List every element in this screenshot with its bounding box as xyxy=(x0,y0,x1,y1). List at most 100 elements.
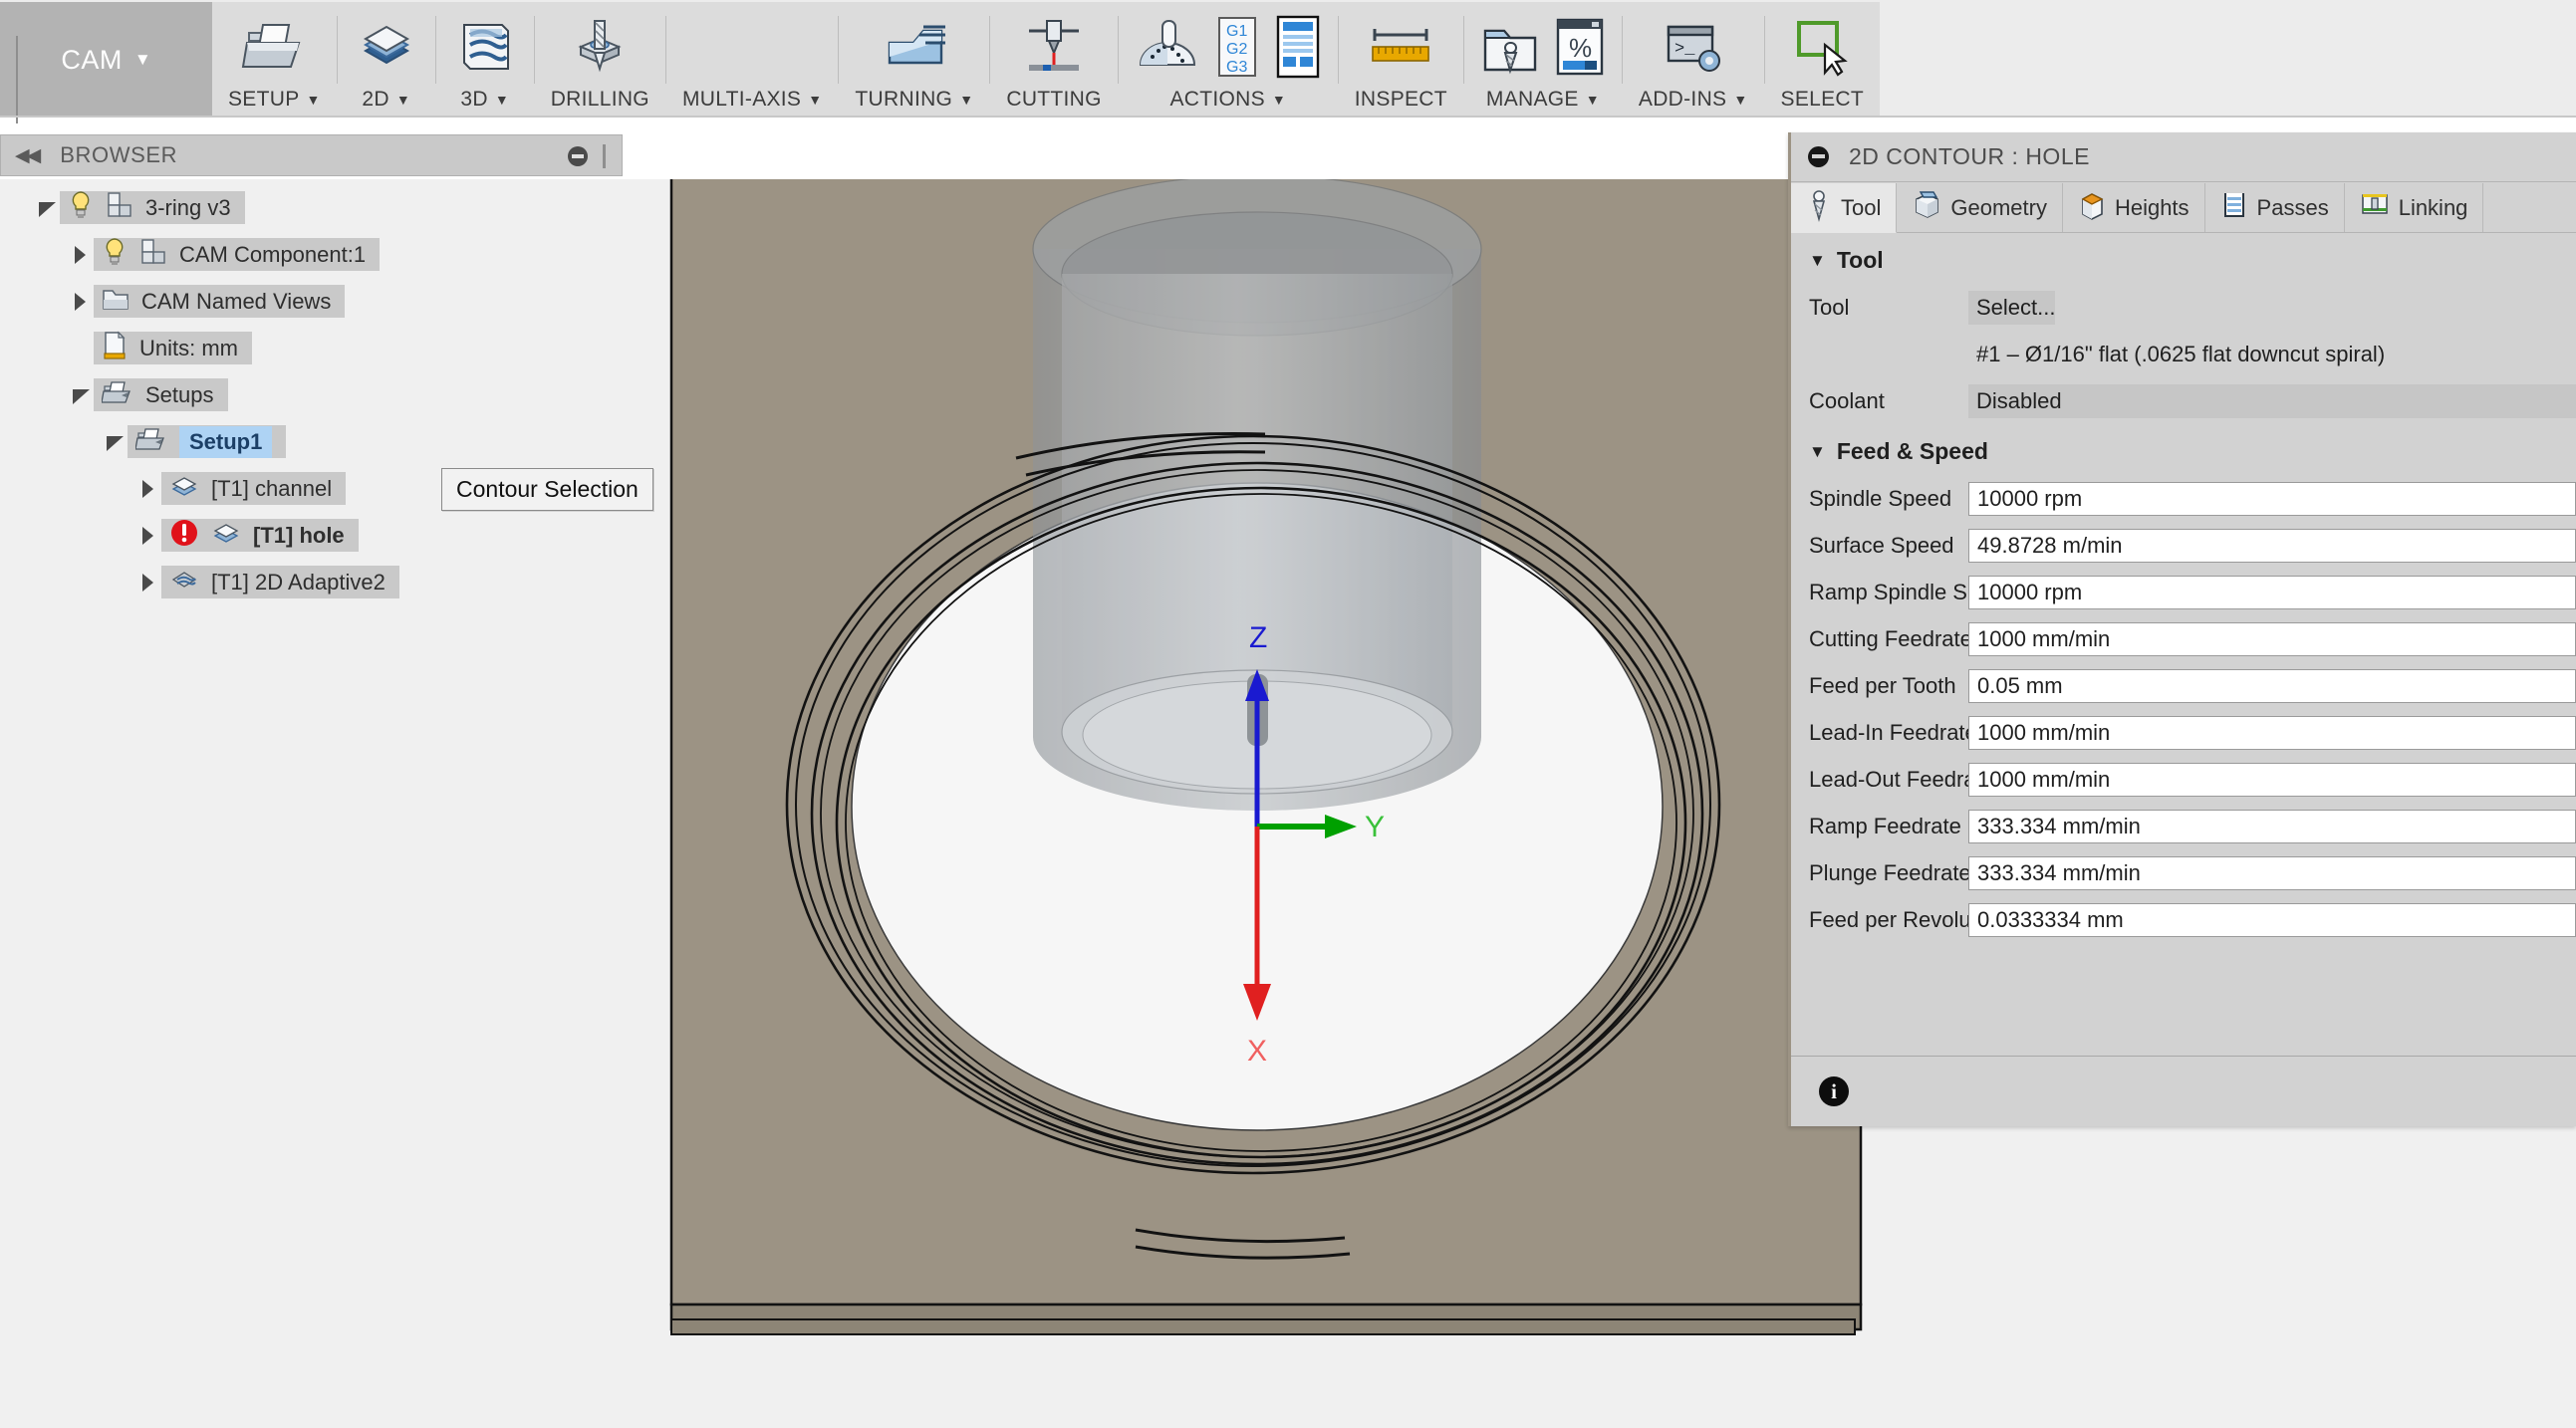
chevron-expanded-icon[interactable] xyxy=(102,429,128,455)
setup-sheet-icon[interactable] xyxy=(1274,14,1322,80)
tree-item-content[interactable]: Setup1 xyxy=(128,425,287,458)
input-feed-per-tooth[interactable]: 0.05 mm xyxy=(1968,668,2576,703)
section-header-feed-speed[interactable]: ▼ Feed & Speed xyxy=(1791,424,2576,475)
ribbon-group-2d[interactable]: 2D ▼ xyxy=(338,2,435,118)
input-feed-per-revolution[interactable]: 0.0333334 mm xyxy=(1968,902,2576,937)
linking-icon xyxy=(2360,191,2390,225)
tree-item-content[interactable]: [T1] hole xyxy=(161,519,359,552)
browser-tree[interactable]: 3-ring v3 CAM Component:1 CAM Named Views U… xyxy=(0,184,638,605)
input-ramp-spindle-speed[interactable]: 10000 rpm xyxy=(1968,575,2576,609)
property-row: #1 – Ø1/16" flat (.0625 flat downcut spi… xyxy=(1791,331,2576,377)
browser-header[interactable]: ◀◀ BROWSER xyxy=(0,134,623,176)
setup-icon[interactable] xyxy=(241,2,307,88)
info-icon[interactable]: i xyxy=(1819,1076,1849,1106)
property-label: Surface Speed xyxy=(1809,532,1954,558)
property-row: Coolant Disabled xyxy=(1791,377,2576,424)
input-lead-out-feedrate[interactable]: 1000 mm/min xyxy=(1968,762,2576,797)
tree-item-t1-2d-adaptive2[interactable]: [T1] 2D Adaptive2 xyxy=(0,559,638,605)
ribbon-group-inspect[interactable]: INSPECT xyxy=(1339,2,1463,118)
ribbon-group-actions[interactable]: G1 G2 G3 ACTIONS ▼ xyxy=(1119,2,1338,118)
operation-dialog[interactable]: 2D CONTOUR : HOLE Tool Geometry Heights Pas… xyxy=(1788,132,2576,1126)
tree-item-content[interactable]: [T1] channel xyxy=(161,472,347,505)
machining-time-icon[interactable]: % xyxy=(1554,16,1606,78)
input-coolant[interactable]: Disabled xyxy=(1968,383,2576,418)
tool-library-icon[interactable] xyxy=(1480,17,1540,77)
input-cutting-feedrate[interactable]: 1000 mm/min xyxy=(1968,621,2576,656)
ribbon-group-cutting[interactable]: CUTTING xyxy=(990,2,1117,118)
lightbulb-icon[interactable] xyxy=(102,237,128,272)
tree-item-content[interactable]: CAM Component:1 xyxy=(94,237,381,272)
tree-item-setup1[interactable]: Setup1 xyxy=(0,418,638,465)
section-title: Tool xyxy=(1836,247,1884,273)
tree-item-label: CAM Component:1 xyxy=(179,241,367,267)
ribbon-group-3d[interactable]: 3D ▼ xyxy=(436,2,534,118)
chevron-collapsed-icon[interactable] xyxy=(68,289,94,315)
ribbon-group-drilling[interactable]: DRILLING xyxy=(535,2,665,118)
component-icon xyxy=(139,238,167,271)
property-row: Surface Speed 49.8728 m/min xyxy=(1791,522,2576,569)
property-label: Feed per Revolution xyxy=(1809,906,2007,932)
tree-item-label: CAM Named Views xyxy=(141,288,332,314)
chevron-collapsed-icon[interactable] xyxy=(68,242,94,268)
cutting-icon[interactable] xyxy=(1021,2,1087,88)
panel-title-bar[interactable]: 2D CONTOUR : HOLE xyxy=(1791,132,2576,182)
inspect-ruler-icon[interactable] xyxy=(1365,2,1436,88)
tree-item-content[interactable]: [T1] 2D Adaptive2 xyxy=(161,566,399,598)
tab-heights[interactable]: Heights xyxy=(2063,183,2205,232)
tab-passes[interactable]: Passes xyxy=(2205,183,2345,232)
simulate-icon[interactable] xyxy=(1135,17,1200,77)
3d-icon[interactable] xyxy=(452,2,518,88)
input-lead-in-feedrate[interactable]: 1000 mm/min xyxy=(1968,715,2576,750)
lightbulb-icon[interactable] xyxy=(68,190,94,225)
tab-geometry[interactable]: Geometry xyxy=(1897,183,2063,232)
tree-item-units-mm[interactable]: Units: mm xyxy=(0,325,638,371)
select-cursor-icon[interactable] xyxy=(1791,2,1853,88)
input-surface-speed[interactable]: 49.8728 m/min xyxy=(1968,528,2576,563)
ribbon-group-turning[interactable]: TURNING ▼ xyxy=(839,2,989,118)
section-header-tool[interactable]: ▼ Tool xyxy=(1791,233,2576,284)
input-spindle-speed[interactable]: 10000 rpm xyxy=(1968,481,2576,516)
tree-item-content[interactable]: 3-ring v3 xyxy=(60,191,245,224)
tree-item-cam-component-1[interactable]: CAM Component:1 xyxy=(0,231,638,278)
select-tool-button[interactable]: Select... xyxy=(1968,290,2056,325)
chevron-collapsed-icon[interactable] xyxy=(135,570,161,595)
2d-icon[interactable] xyxy=(354,2,419,88)
tree-item-content[interactable]: CAM Named Views xyxy=(94,285,346,318)
drilling-icon[interactable] xyxy=(567,2,633,88)
ribbon-group-multi-axis[interactable]: MULTI-AXIS ▼ xyxy=(666,2,838,118)
tree-item-label: Units: mm xyxy=(139,335,238,360)
browser-resize-handle[interactable] xyxy=(603,144,606,168)
turning-icon[interactable] xyxy=(880,2,949,88)
tree-item-t1-hole[interactable]: [T1] hole xyxy=(0,512,638,559)
ribbon-group-manage[interactable]: % MANAGE ▼ xyxy=(1464,2,1622,118)
tree-item-content[interactable]: Setups xyxy=(94,378,228,411)
setups-icon xyxy=(101,379,133,410)
tree-item-cam-named-views[interactable]: CAM Named Views xyxy=(0,278,638,325)
panel-title: 2D CONTOUR : HOLE xyxy=(1849,143,2090,169)
add-ins-icon[interactable]: >_ xyxy=(1661,2,1726,88)
chevron-collapsed-icon[interactable] xyxy=(135,523,161,549)
property-label: Plunge Feedrate xyxy=(1809,859,1971,885)
tree-item-setups[interactable]: Setups xyxy=(0,371,638,418)
property-row: Feed per Tooth 0.05 mm xyxy=(1791,662,2576,709)
workspace-switcher-cam[interactable]: CAM ▼ xyxy=(0,2,212,123)
ribbon-toolbar: CAM ▼ SETUP ▼ 2D ▼ 3D ▼ DRILLING MULTI-A… xyxy=(0,0,2576,123)
ribbon-group-setup[interactable]: SETUP ▼ xyxy=(212,2,337,118)
chevron-expanded-icon[interactable] xyxy=(68,382,94,408)
input-ramp-feedrate[interactable]: 333.334 mm/min xyxy=(1968,809,2576,843)
panel-tabs[interactable]: Tool Geometry Heights Passes Linking xyxy=(1791,182,2576,233)
tree-item-content[interactable]: Units: mm xyxy=(94,331,252,364)
input-plunge-feedrate[interactable]: 333.334 mm/min xyxy=(1968,855,2576,890)
tab-linking[interactable]: Linking xyxy=(2345,183,2484,232)
ribbon-group-add-ins[interactable]: >_ ADD-INS ▼ xyxy=(1623,2,1764,118)
chevron-expanded-icon[interactable] xyxy=(34,195,60,221)
ribbon-group-select[interactable]: SELECT xyxy=(1765,2,1881,118)
minimize-icon[interactable] xyxy=(1808,146,1829,167)
chevron-collapsed-icon[interactable] xyxy=(135,476,161,502)
tree-item-3-ring-v3[interactable]: 3-ring v3 xyxy=(0,184,638,231)
double-left-arrow-icon[interactable]: ◀◀ xyxy=(15,144,41,167)
folder-icon xyxy=(102,286,129,317)
post-process-gcode-icon[interactable]: G1 G2 G3 xyxy=(1214,14,1260,80)
minimize-icon[interactable] xyxy=(568,146,588,166)
tab-tool[interactable]: Tool xyxy=(1791,183,1898,233)
